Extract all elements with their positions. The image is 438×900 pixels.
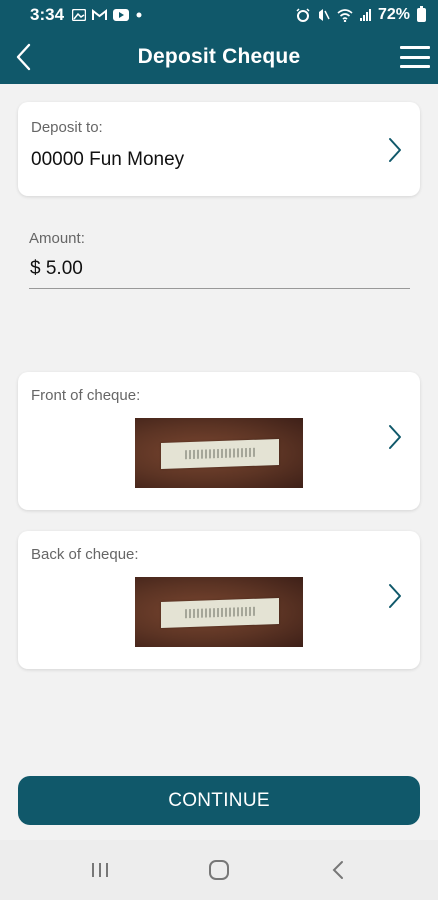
status-right: 72% (296, 6, 426, 24)
signal-icon (359, 9, 371, 21)
status-app-icons (72, 9, 143, 21)
front-cheque-label: Front of cheque: (31, 387, 141, 404)
back-button[interactable] (8, 39, 38, 75)
front-cheque-image (135, 418, 303, 488)
amount-value: $ 5.00 (30, 258, 83, 279)
alarm-icon (296, 8, 310, 22)
deposit-to-label: Deposit to: (31, 119, 103, 136)
deposit-to-account: 00000 Fun Money (31, 149, 185, 170)
front-cheque-card[interactable]: Front of cheque: (18, 372, 420, 510)
battery-icon (417, 6, 426, 22)
amount-label: Amount: (29, 230, 85, 247)
home-icon (208, 860, 229, 880)
back-icon (332, 861, 344, 879)
amount-input[interactable]: $ 5.00 (29, 256, 410, 289)
status-time: 3:34 (30, 5, 65, 24)
youtube-icon (113, 9, 130, 21)
mute-icon (318, 9, 330, 21)
continue-button[interactable]: CONTINUE (18, 776, 420, 825)
recent-apps-button[interactable] (75, 850, 125, 890)
back-cheque-label: Back of cheque: (31, 546, 139, 563)
system-back-button[interactable] (313, 850, 363, 890)
deposit-to-selector[interactable]: Deposit to: 00000 Fun Money (18, 102, 420, 196)
chevron-right-icon (389, 138, 401, 162)
battery-percent: 72% (377, 6, 410, 23)
wifi-icon (337, 8, 353, 22)
back-cheque-image (135, 577, 303, 647)
cheque-paper (161, 438, 279, 470)
chevron-right-icon (389, 584, 401, 608)
menu-button[interactable] (400, 43, 430, 71)
page-title: Deposit Cheque (137, 45, 301, 68)
cheque-paper (161, 597, 279, 629)
gmail-icon (92, 9, 108, 20)
chevron-right-icon (389, 425, 401, 449)
status-bar: 3:34 72% (0, 0, 438, 30)
recent-apps-icon (91, 863, 108, 877)
status-left: 3:34 (30, 5, 143, 25)
app-bar: Deposit Cheque (0, 30, 438, 84)
hamburger-menu-icon (400, 46, 430, 49)
gallery-icon (72, 9, 87, 21)
dot-icon (136, 12, 142, 18)
chevron-left-icon (16, 43, 31, 71)
back-cheque-card[interactable]: Back of cheque: (18, 531, 420, 669)
home-button[interactable] (194, 850, 244, 890)
system-nav-bar (0, 840, 438, 900)
